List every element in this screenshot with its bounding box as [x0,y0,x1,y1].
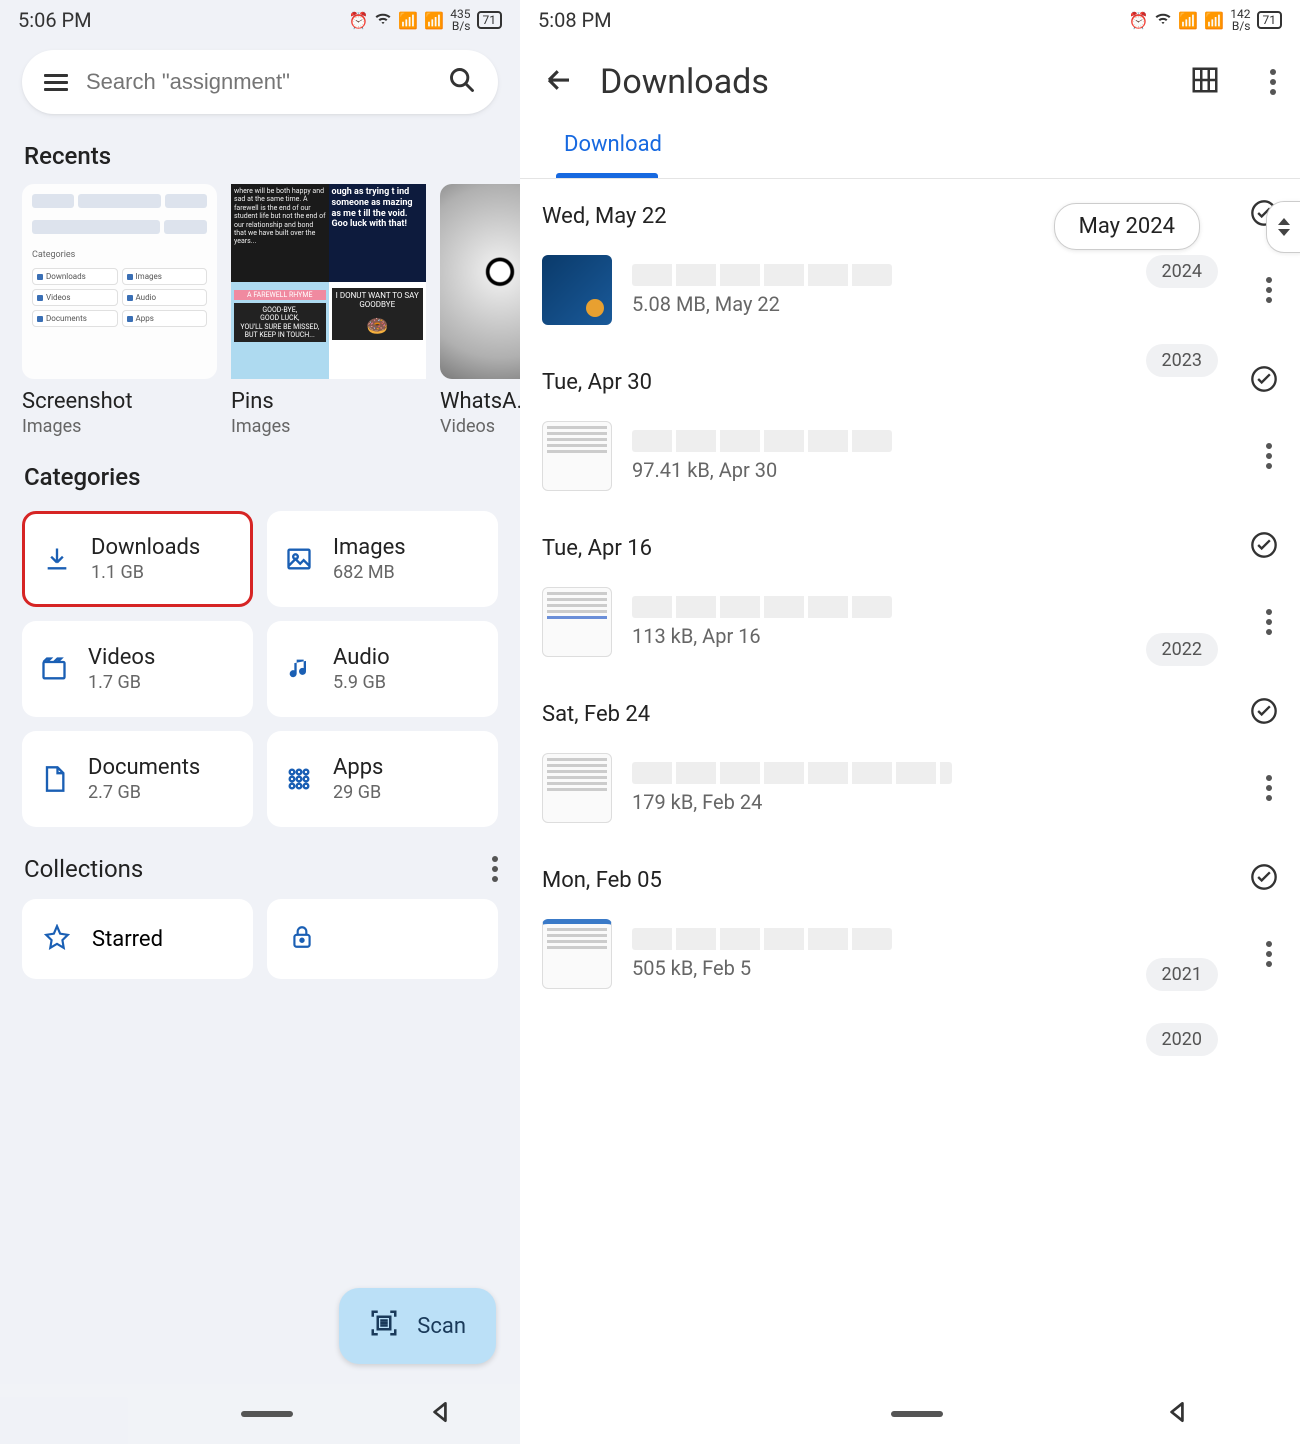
nav-home[interactable] [891,1411,943,1417]
select-all-icon[interactable] [1250,697,1278,731]
status-bar: 5:06 PM ⏰ 📶 📶 435 B/s 71 [0,0,520,40]
file-menu-icon[interactable] [1260,935,1278,973]
category-audio[interactable]: Audio5.9 GB [267,621,498,717]
tabs: Download [520,124,1300,178]
alarm-icon: ⏰ [349,11,369,30]
file-menu-icon[interactable] [1260,271,1278,309]
battery-icon: 71 [1257,11,1283,29]
alarm-icon: ⏰ [1129,11,1149,30]
select-all-icon[interactable] [1250,365,1278,399]
document-icon [38,763,70,795]
menu-icon[interactable] [44,74,68,91]
collection-starred[interactable]: Starred [22,899,253,979]
back-arrow-icon[interactable] [544,65,574,99]
tab-download[interactable]: Download [542,124,684,173]
file-thumb [542,919,612,989]
downloads-header: Downloads [520,40,1300,124]
file-name-redacted [632,928,892,950]
category-downloads[interactable]: Downloads1.1 GB [22,511,253,607]
file-menu-icon[interactable] [1260,603,1278,641]
scan-fab[interactable]: Scan [339,1288,496,1364]
scroll-handle[interactable] [1266,201,1300,253]
collections-header: Collections [0,845,520,893]
page-title: Downloads [600,62,1164,102]
nav-bar [0,1384,520,1444]
categories-grid: Downloads1.1 GB Images682 MB Videos1.7 G… [0,505,520,845]
recent-thumb: where will be both happy and sad at the … [231,184,426,379]
signal-icon: 📶 [1178,11,1198,30]
collection-safe[interactable] [267,899,498,979]
wifi-icon [374,9,392,31]
file-thumb [542,587,612,657]
scan-icon [369,1308,399,1344]
recent-pins[interactable]: where will be both happy and sad at the … [231,184,426,437]
wifi-icon [1154,9,1172,31]
category-apps[interactable]: Apps29 GB [267,731,498,827]
recents-title: Recents [0,134,520,184]
recent-screenshot[interactable]: Categories DownloadsImages VideosAudio D… [22,184,217,437]
file-menu-icon[interactable] [1260,437,1278,475]
file-menu-icon[interactable] [1260,769,1278,807]
downloads-list: May 2024 2024 2023 2022 2021 2020 Wed, M… [520,179,1300,1009]
status-time: 5:06 PM [18,8,92,32]
audio-icon [283,653,315,685]
recent-whatsapp[interactable]: WhatsApp Videos [440,184,520,437]
recents-row: Categories DownloadsImages VideosAudio D… [0,184,520,437]
image-icon [283,543,315,575]
apps-icon [283,763,315,795]
file-thumb [542,255,612,325]
status-time: 5:08 PM [538,8,612,32]
downloads-screen: 5:08 PM ⏰ 📶 📶 142B/s 71 Downloads Downlo… [520,0,1300,1444]
nav-back[interactable] [427,1399,453,1429]
recent-thumb: Categories DownloadsImages VideosAudio D… [22,184,217,379]
video-icon [38,653,70,685]
signal-icon: 📶 [398,11,418,30]
file-name-redacted [632,762,952,784]
select-all-icon[interactable] [1250,863,1278,897]
signal-icon-2: 📶 [1204,11,1224,30]
download-icon [41,543,73,575]
categories-title: Categories [0,455,520,505]
status-bar: 5:08 PM ⏰ 📶 📶 142B/s 71 [520,0,1300,40]
category-documents[interactable]: Documents2.7 GB [22,731,253,827]
more-icon[interactable] [492,856,498,882]
file-name-redacted [632,430,892,452]
month-chip[interactable]: May 2024 [1054,203,1200,250]
recent-thumb [440,184,520,379]
more-icon[interactable] [1270,69,1276,95]
nav-back[interactable] [1164,1399,1190,1429]
nav-home[interactable] [241,1411,293,1417]
category-videos[interactable]: Videos1.7 GB [22,621,253,717]
file-name-redacted [632,596,892,618]
search-icon[interactable] [448,66,476,98]
category-images[interactable]: Images682 MB [267,511,498,607]
select-all-icon[interactable] [1250,531,1278,565]
grid-view-icon[interactable] [1190,65,1220,99]
battery-icon: 71 [477,11,503,29]
star-icon [44,924,70,954]
file-name-redacted [632,264,892,286]
file-thumb [542,753,612,823]
files-home-screen: 5:06 PM ⏰ 📶 📶 435 B/s 71 Recents [0,0,520,1444]
lock-icon [289,924,315,954]
nav-bar [520,1384,1300,1444]
signal-icon-2: 📶 [424,11,444,30]
search-input[interactable] [86,69,448,95]
search-bar[interactable] [22,50,498,114]
year-scrubber[interactable]: 2024 2023 2022 2021 2020 [1146,255,1218,1056]
file-thumb [542,421,612,491]
